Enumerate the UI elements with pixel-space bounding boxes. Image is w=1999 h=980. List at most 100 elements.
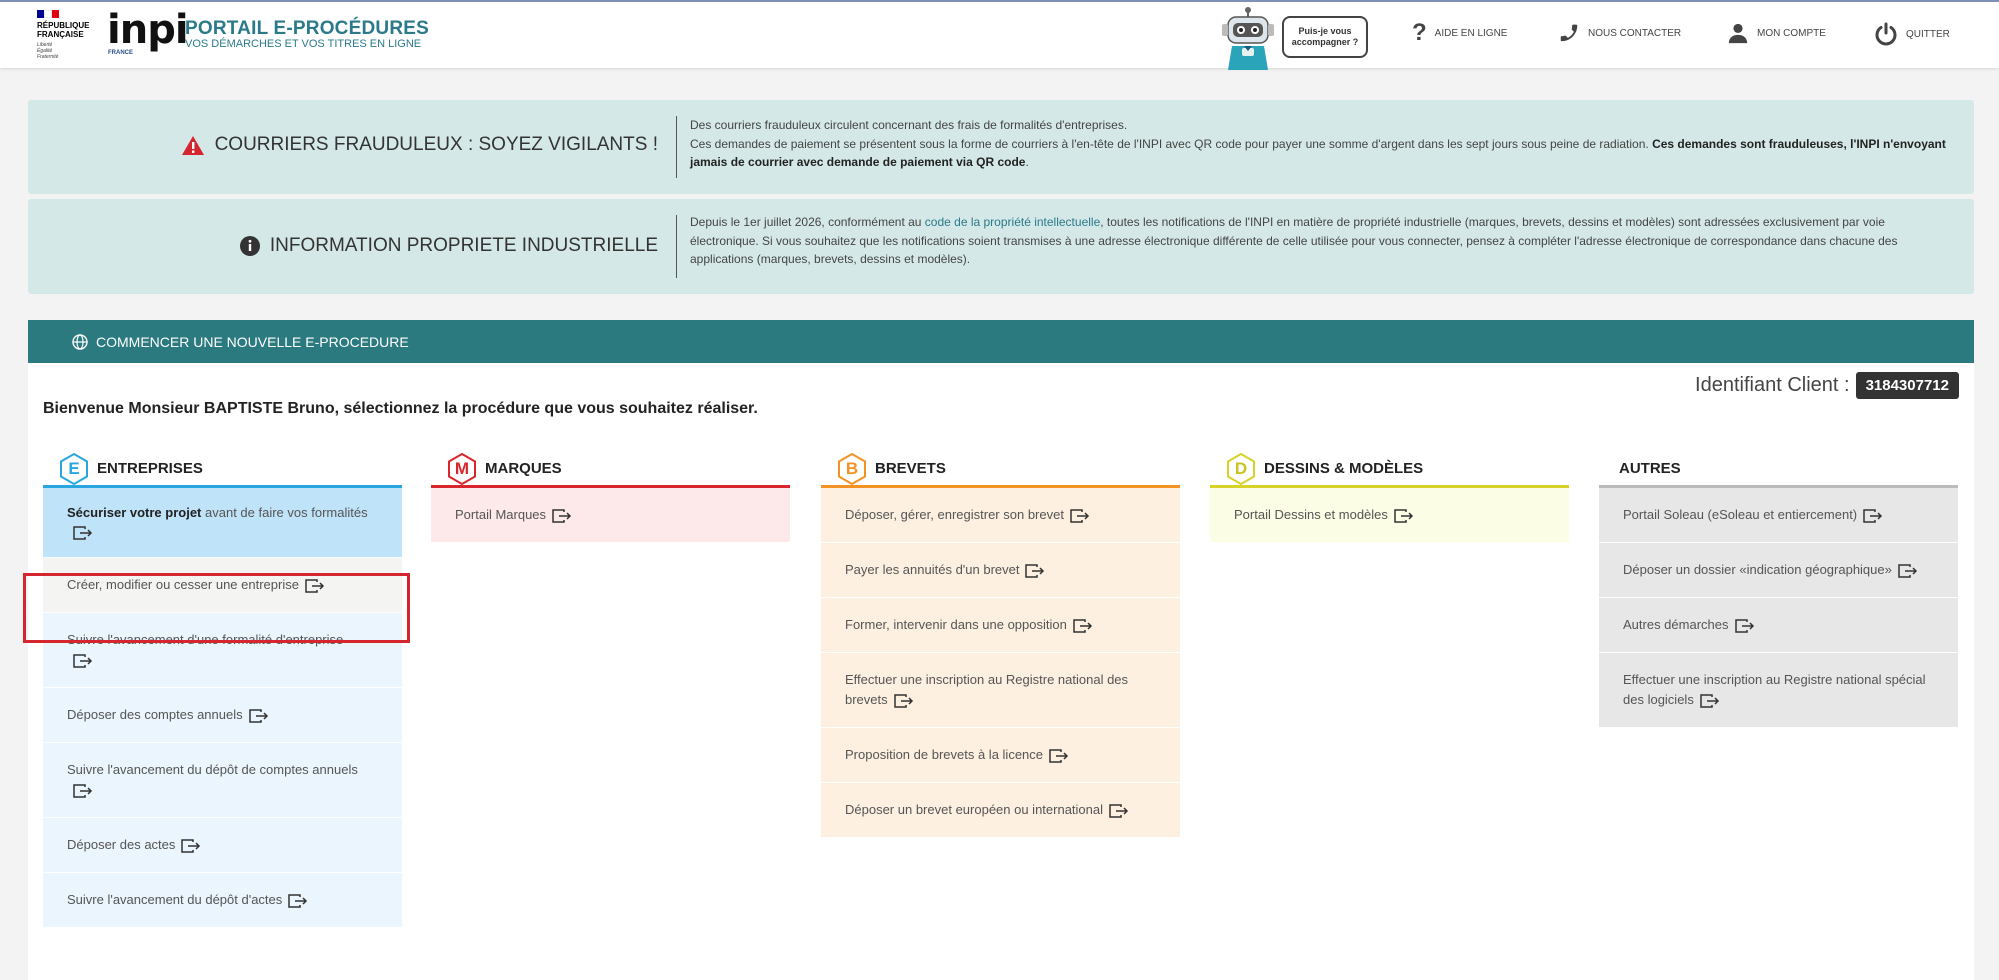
fraud-line-2: Ces demandes de paiement se présentent s… bbox=[690, 135, 1950, 172]
column-dessins-modeles: D DESSINS & MODÈLES Portail Dessins et m… bbox=[1210, 452, 1569, 543]
selection-highlight-box bbox=[23, 573, 410, 643]
item-text: Portail Soleau (eSoleau et entiercement) bbox=[1623, 507, 1858, 522]
exit-icon bbox=[73, 783, 93, 798]
list-item-deposer-comptes[interactable]: Déposer des comptes annuels bbox=[43, 688, 402, 743]
nav-label: AIDE EN LIGNE bbox=[1434, 27, 1508, 39]
list-item-opposition[interactable]: Former, intervenir dans une opposition bbox=[821, 598, 1180, 653]
nav-quitter[interactable]: QUITTER bbox=[1874, 22, 1950, 46]
item-bold: Sécuriser votre projet bbox=[67, 504, 202, 520]
warning-icon bbox=[181, 135, 204, 155]
chatbot-robot-icon[interactable] bbox=[1218, 6, 1278, 70]
code-propriete-intellectuelle-link[interactable]: code de la propriété intellectuelle bbox=[925, 215, 1100, 229]
hex-letter: M bbox=[454, 458, 470, 478]
item-text: Former, intervenir dans une opposition bbox=[845, 617, 1067, 632]
nav-mon-compte[interactable]: MON COMPTE bbox=[1727, 22, 1826, 44]
devise-fraternite: Fraternité bbox=[37, 54, 59, 60]
list-item-portail-marques[interactable]: Portail Marques bbox=[431, 488, 790, 543]
column-header: B BREVETS bbox=[821, 452, 1180, 488]
divider bbox=[676, 116, 677, 178]
list-item-autres-demarches[interactable]: Autres démarches bbox=[1599, 598, 1958, 653]
list-item-deposer-brevet[interactable]: Déposer, gérer, enregistrer son brevet bbox=[821, 488, 1180, 543]
republique-line-1: RÉPUBLIQUE bbox=[37, 21, 90, 30]
exit-icon bbox=[1734, 618, 1754, 633]
phone-icon bbox=[1560, 24, 1578, 42]
list-item-suivre-comptes[interactable]: Suivre l'avancement du dépôt de comptes … bbox=[43, 743, 402, 818]
portal-title[interactable]: PORTAIL E-PROCÉDURES bbox=[185, 18, 429, 40]
info-alert: INFORMATION PROPRIETE INDUSTRIELLE Depui… bbox=[28, 199, 1974, 294]
info-text-before: Depuis le 1er juillet 2026, conformément… bbox=[690, 215, 925, 229]
nav-label: NOUS CONTACTER bbox=[1588, 27, 1682, 39]
list-item-portail-soleau[interactable]: Portail Soleau (eSoleau et entiercement) bbox=[1599, 488, 1958, 543]
item-text: Déposer un brevet européen ou internatio… bbox=[845, 802, 1104, 817]
site-header: RÉPUBLIQUE FRANÇAISE Liberté Égalité Fra… bbox=[0, 2, 1999, 70]
republique-francaise-logo: RÉPUBLIQUE FRANÇAISE Liberté Égalité Fra… bbox=[37, 10, 97, 60]
info-alert-heading: INFORMATION PROPRIETE INDUSTRIELLE bbox=[239, 235, 658, 257]
fraud-line-2-text: Ces demandes de paiement se présentent s… bbox=[690, 136, 1653, 151]
info-alert-title: INFORMATION PROPRIETE INDUSTRIELLE bbox=[269, 235, 658, 256]
list-item-brevets-licence[interactable]: Proposition de brevets à la licence bbox=[821, 728, 1180, 783]
inpi-logo[interactable]: inpi bbox=[107, 10, 189, 50]
exit-icon bbox=[1049, 748, 1069, 763]
exit-icon bbox=[73, 526, 93, 540]
exit-icon bbox=[1109, 803, 1129, 818]
exit-icon bbox=[1025, 563, 1045, 578]
list-item-indication-geographique[interactable]: Déposer un dossier «indication géographi… bbox=[1599, 543, 1958, 598]
info-alert-text: Depuis le 1er juillet 2026, conformément… bbox=[690, 213, 1950, 269]
column-header: E ENTREPRISES bbox=[43, 452, 402, 488]
list-item-suivre-actes[interactable]: Suivre l'avancement du dépôt d'actes bbox=[43, 873, 402, 928]
republique-line-2: FRANÇAISE bbox=[37, 30, 84, 39]
procedure-panel: COMMENCER UNE NOUVELLE E-PROCEDURE Ident… bbox=[28, 320, 1974, 980]
column-title: AUTRES bbox=[1619, 460, 1681, 477]
fraud-line-2-end: . bbox=[1025, 155, 1029, 169]
fraud-alert-heading: COURRIERS FRAUDULEUX : SOYEZ VIGILANTS ! bbox=[181, 134, 658, 156]
power-icon bbox=[1875, 22, 1897, 46]
exit-icon bbox=[552, 508, 572, 523]
fraud-alert-title: COURRIERS FRAUDULEUX : SOYEZ VIGILANTS ! bbox=[214, 134, 658, 155]
list-item-brevet-europeen[interactable]: Déposer un brevet européen ou internatio… bbox=[821, 783, 1180, 838]
fraud-alert-text: Des courriers frauduleux circulent conce… bbox=[690, 116, 1950, 172]
info-icon bbox=[239, 236, 260, 256]
hexagon-d-icon: D bbox=[1226, 452, 1256, 485]
chatbot-bubble[interactable]: Puis-je vous accompagner ? bbox=[1282, 16, 1368, 58]
exit-icon bbox=[288, 893, 308, 908]
item-text: Effectuer une inscription au Registre na… bbox=[1623, 672, 1926, 707]
column-header: M MARQUES bbox=[431, 452, 790, 488]
list-item-registre-brevets[interactable]: Effectuer une inscription au Registre na… bbox=[821, 653, 1180, 728]
column-header: AUTRES bbox=[1599, 452, 1958, 488]
item-text: avant de faire vos formalités bbox=[201, 504, 368, 520]
item-text: Portail Marques bbox=[455, 507, 547, 522]
item-text: Portail Dessins et modèles bbox=[1234, 507, 1388, 522]
list-item-payer-annuites[interactable]: Payer les annuités d'un brevet bbox=[821, 543, 1180, 598]
nav-aide-en-ligne[interactable]: ? AIDE EN LIGNE bbox=[1412, 19, 1508, 46]
welcome-message: Bienvenue Monsieur BAPTISTE Bruno, sélec… bbox=[43, 400, 758, 417]
hex-letter: E bbox=[68, 458, 80, 478]
client-id-badge: 3184307712 bbox=[1855, 372, 1959, 399]
list-item-registre-logiciels[interactable]: Effectuer une inscription au Registre na… bbox=[1599, 653, 1958, 728]
inpi-logo-country: FRANCE bbox=[108, 50, 133, 56]
item-text: Déposer des actes bbox=[67, 837, 176, 852]
exit-icon bbox=[181, 838, 201, 853]
nav-nous-contacter[interactable]: NOUS CONTACTER bbox=[1558, 22, 1681, 44]
divider bbox=[676, 215, 677, 278]
client-id-label: Identifiant Client : bbox=[1695, 374, 1850, 396]
item-text: Déposer des comptes annuels bbox=[67, 707, 243, 722]
column-marques: M MARQUES Portail Marques bbox=[431, 452, 790, 543]
list-item-deposer-actes[interactable]: Déposer des actes bbox=[43, 818, 402, 873]
fraud-alert: COURRIERS FRAUDULEUX : SOYEZ VIGILANTS !… bbox=[28, 100, 1974, 194]
column-title: ENTREPRISES bbox=[97, 460, 203, 477]
list-item-portail-dessins[interactable]: Portail Dessins et modèles bbox=[1210, 488, 1569, 543]
hex-letter: B bbox=[845, 458, 859, 478]
question-icon: ? bbox=[1412, 19, 1427, 46]
list-item-securiser[interactable]: Sécuriser votre projet avant de faire vo… bbox=[43, 488, 402, 558]
hexagon-m-icon: M bbox=[447, 452, 477, 485]
exit-icon bbox=[1898, 563, 1917, 578]
exit-icon bbox=[1073, 618, 1092, 633]
devise: Liberté Égalité Fraternité bbox=[37, 42, 97, 60]
column-autres: AUTRES Portail Soleau (eSoleau et entier… bbox=[1599, 452, 1958, 728]
item-text: Effectuer une inscription au Registre na… bbox=[845, 672, 1129, 707]
exit-icon bbox=[1700, 693, 1719, 708]
hex-letter: D bbox=[1234, 458, 1248, 478]
portal-subtitle: VOS DÉMARCHES ET VOS TITRES EN LIGNE bbox=[185, 38, 422, 50]
item-text: Autres démarches bbox=[1623, 617, 1729, 632]
column-header: D DESSINS & MODÈLES bbox=[1210, 452, 1569, 488]
